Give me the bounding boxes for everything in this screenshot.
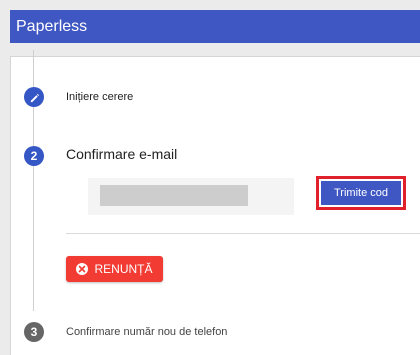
app-header: Paperless: [10, 10, 420, 43]
send-code-highlight: Trimite cod: [316, 176, 406, 210]
send-code-button[interactable]: Trimite cod: [321, 181, 401, 205]
step-1-indicator: [24, 87, 44, 107]
cancel-button-label: RENUNȚĂ: [94, 262, 153, 276]
step-3-indicator: 3: [24, 322, 44, 342]
step-3-label: Confirmare număr nou de telefon: [66, 326, 228, 338]
pencil-icon: [30, 93, 39, 102]
step-3-number: 3: [30, 325, 38, 339]
step-2-number: 2: [30, 149, 38, 163]
step-1-label: Inițiere cerere: [66, 91, 134, 103]
step-divider: [66, 233, 420, 234]
verification-code-input[interactable]: [100, 185, 248, 206]
step-2-label: Confirmare e-mail: [66, 146, 178, 162]
app-title: Paperless: [16, 17, 88, 35]
close-circle-icon: [76, 263, 89, 275]
step-2-indicator: 2: [24, 146, 44, 166]
cancel-button[interactable]: RENUNȚĂ: [66, 256, 163, 282]
